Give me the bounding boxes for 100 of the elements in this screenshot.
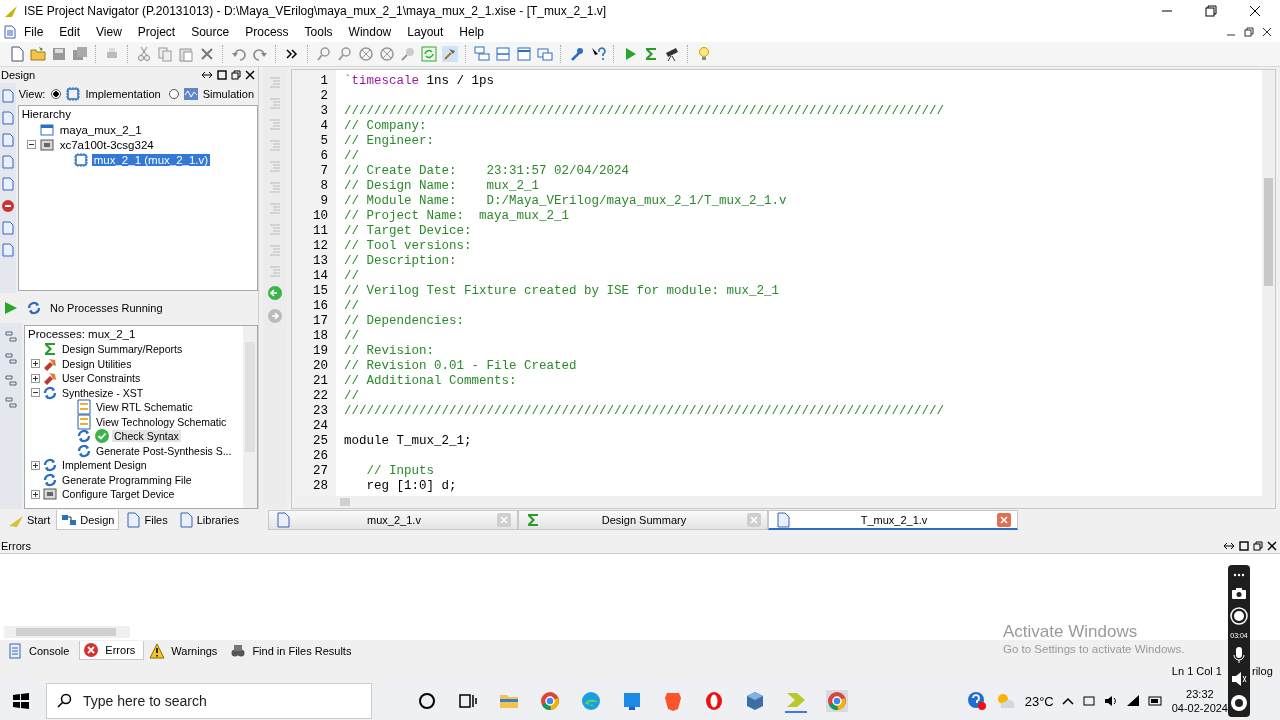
document-icon[interactable] bbox=[0, 133, 15, 147]
scrollbar[interactable] bbox=[243, 326, 257, 508]
menu-item[interactable]: Edit bbox=[51, 25, 89, 39]
tree-item[interactable]: mux_2_1 (mux_2_1.v) bbox=[91, 153, 211, 166]
close-icon[interactable] bbox=[1262, 27, 1272, 37]
cut-icon[interactable] bbox=[136, 46, 152, 62]
windows-logo-icon[interactable] bbox=[12, 692, 30, 710]
camera-icon[interactable] bbox=[1231, 585, 1247, 600]
paste-icon[interactable] bbox=[178, 46, 194, 62]
tree-item[interactable]: User Constraints bbox=[60, 372, 143, 385]
stop-icon[interactable] bbox=[0, 199, 15, 213]
browser-icon[interactable] bbox=[539, 690, 561, 712]
radio-label[interactable]: Simulation bbox=[202, 88, 254, 100]
record-icon[interactable] bbox=[1230, 606, 1248, 625]
cascade-icon[interactable] bbox=[474, 46, 490, 62]
float-icon[interactable] bbox=[201, 70, 213, 80]
windows-icon[interactable] bbox=[537, 46, 553, 62]
maximize-icon[interactable] bbox=[1239, 541, 1249, 551]
tree-item[interactable]: Generate Programming File bbox=[60, 473, 194, 486]
restore-icon[interactable] bbox=[231, 70, 241, 80]
sigma-icon[interactable] bbox=[643, 46, 659, 62]
delete-icon[interactable] bbox=[199, 46, 215, 62]
tree-item[interactable]: View Technology Schematic bbox=[94, 415, 229, 428]
chevron-up-icon[interactable] bbox=[1061, 696, 1074, 706]
float-icon[interactable] bbox=[1223, 541, 1235, 551]
tile-vertical-icon[interactable] bbox=[516, 46, 532, 62]
console-tab[interactable]: Find in Files Results bbox=[227, 641, 360, 660]
play-icon[interactable] bbox=[4, 301, 18, 315]
editor-tab[interactable]: Design Summary bbox=[518, 510, 768, 530]
radio-button[interactable] bbox=[168, 89, 179, 99]
tree-item[interactable]: maya_mux_2_1 bbox=[57, 123, 144, 136]
scrollbar[interactable] bbox=[1262, 70, 1275, 496]
menu-item[interactable]: Help bbox=[451, 25, 492, 39]
tree-item[interactable]: Check Syntax bbox=[112, 430, 181, 443]
battery-icon[interactable] bbox=[1147, 695, 1164, 707]
tile-horizontal-icon[interactable] bbox=[495, 46, 511, 62]
zoom-full-icon[interactable] bbox=[379, 46, 395, 62]
help-icon[interactable] bbox=[590, 46, 606, 62]
expand-icon[interactable] bbox=[31, 489, 40, 499]
console-tab[interactable]: Console bbox=[4, 641, 78, 660]
close-icon[interactable] bbox=[245, 70, 255, 80]
new-file-icon[interactable] bbox=[9, 46, 25, 62]
close-icon[interactable] bbox=[1248, 4, 1262, 18]
menu-item[interactable]: File bbox=[16, 25, 52, 39]
console-tab[interactable]: Warnings bbox=[146, 641, 226, 660]
hammer-icon[interactable] bbox=[442, 46, 458, 62]
expand-icon[interactable] bbox=[31, 460, 40, 470]
menu-item[interactable]: Project bbox=[129, 25, 184, 39]
browser-icon[interactable] bbox=[580, 690, 602, 712]
menu-item[interactable]: Window bbox=[340, 25, 400, 39]
document-icon[interactable] bbox=[0, 221, 15, 235]
expand-icon[interactable] bbox=[31, 359, 40, 369]
wifi-icon[interactable] bbox=[1125, 694, 1140, 708]
menu-item[interactable]: Tools bbox=[296, 25, 341, 39]
console-tab[interactable]: Errors bbox=[79, 641, 145, 660]
new-source-icon[interactable] bbox=[0, 89, 15, 103]
tree-item[interactable]: Synthesize - XST bbox=[60, 386, 146, 399]
tree-item[interactable]: Configure Target Device bbox=[60, 488, 177, 501]
scrollbar[interactable] bbox=[292, 496, 1275, 508]
zoom-fit-icon[interactable] bbox=[358, 46, 374, 62]
refresh-icon[interactable] bbox=[421, 46, 437, 62]
menu-item[interactable]: Source bbox=[183, 25, 238, 39]
expand-icon[interactable] bbox=[31, 373, 40, 383]
cube-icon[interactable] bbox=[744, 690, 766, 712]
menu-item[interactable]: View bbox=[88, 25, 130, 39]
zoom-area-icon[interactable] bbox=[400, 46, 416, 62]
tree-item[interactable]: View RTL Schematic bbox=[94, 401, 195, 414]
tree-item[interactable]: xc7a100t-3csg324 bbox=[57, 138, 156, 151]
webcam-icon[interactable] bbox=[1230, 693, 1248, 712]
app-icon[interactable] bbox=[621, 690, 643, 712]
zoom-out-icon[interactable] bbox=[337, 46, 353, 62]
restore-icon[interactable] bbox=[1204, 4, 1218, 18]
open-folder-icon[interactable] bbox=[30, 46, 46, 62]
ring-icon[interactable] bbox=[703, 690, 725, 712]
radio-button[interactable] bbox=[51, 89, 62, 99]
close-icon[interactable] bbox=[1267, 541, 1277, 551]
maximize-icon[interactable] bbox=[217, 70, 227, 80]
zoom-in-icon[interactable] bbox=[316, 46, 332, 62]
save-icon[interactable] bbox=[51, 46, 67, 62]
restore-icon[interactable] bbox=[1253, 541, 1263, 551]
microphone-icon[interactable] bbox=[1232, 645, 1246, 664]
collapse-icon[interactable] bbox=[26, 140, 36, 149]
collapse-icon[interactable] bbox=[31, 388, 40, 398]
menu-item[interactable]: Layout bbox=[399, 25, 452, 39]
tree-item[interactable]: Design Summary/Reports bbox=[60, 343, 185, 356]
wrench-icon[interactable] bbox=[569, 46, 585, 62]
lightbulb-icon[interactable] bbox=[696, 46, 712, 62]
save-all-icon[interactable] bbox=[72, 46, 88, 62]
restore-icon[interactable] bbox=[1244, 27, 1254, 37]
tree-item[interactable]: Generate Post-Synthesis S... bbox=[94, 444, 234, 457]
panel-tab[interactable]: Design bbox=[56, 510, 120, 530]
document-icon[interactable] bbox=[0, 177, 15, 191]
editor-tab[interactable]: T_mux_2_1.v bbox=[768, 510, 1018, 530]
tree-item[interactable]: Design Utilities bbox=[60, 357, 134, 370]
copy-icon[interactable] bbox=[157, 46, 173, 62]
cortana-icon[interactable] bbox=[416, 690, 438, 712]
speaker-icon[interactable] bbox=[1103, 694, 1118, 708]
hierarchy-icon[interactable] bbox=[0, 155, 15, 169]
speaker-icon[interactable] bbox=[1231, 670, 1247, 687]
editor-tab[interactable]: mux_2_1.v bbox=[268, 510, 518, 530]
